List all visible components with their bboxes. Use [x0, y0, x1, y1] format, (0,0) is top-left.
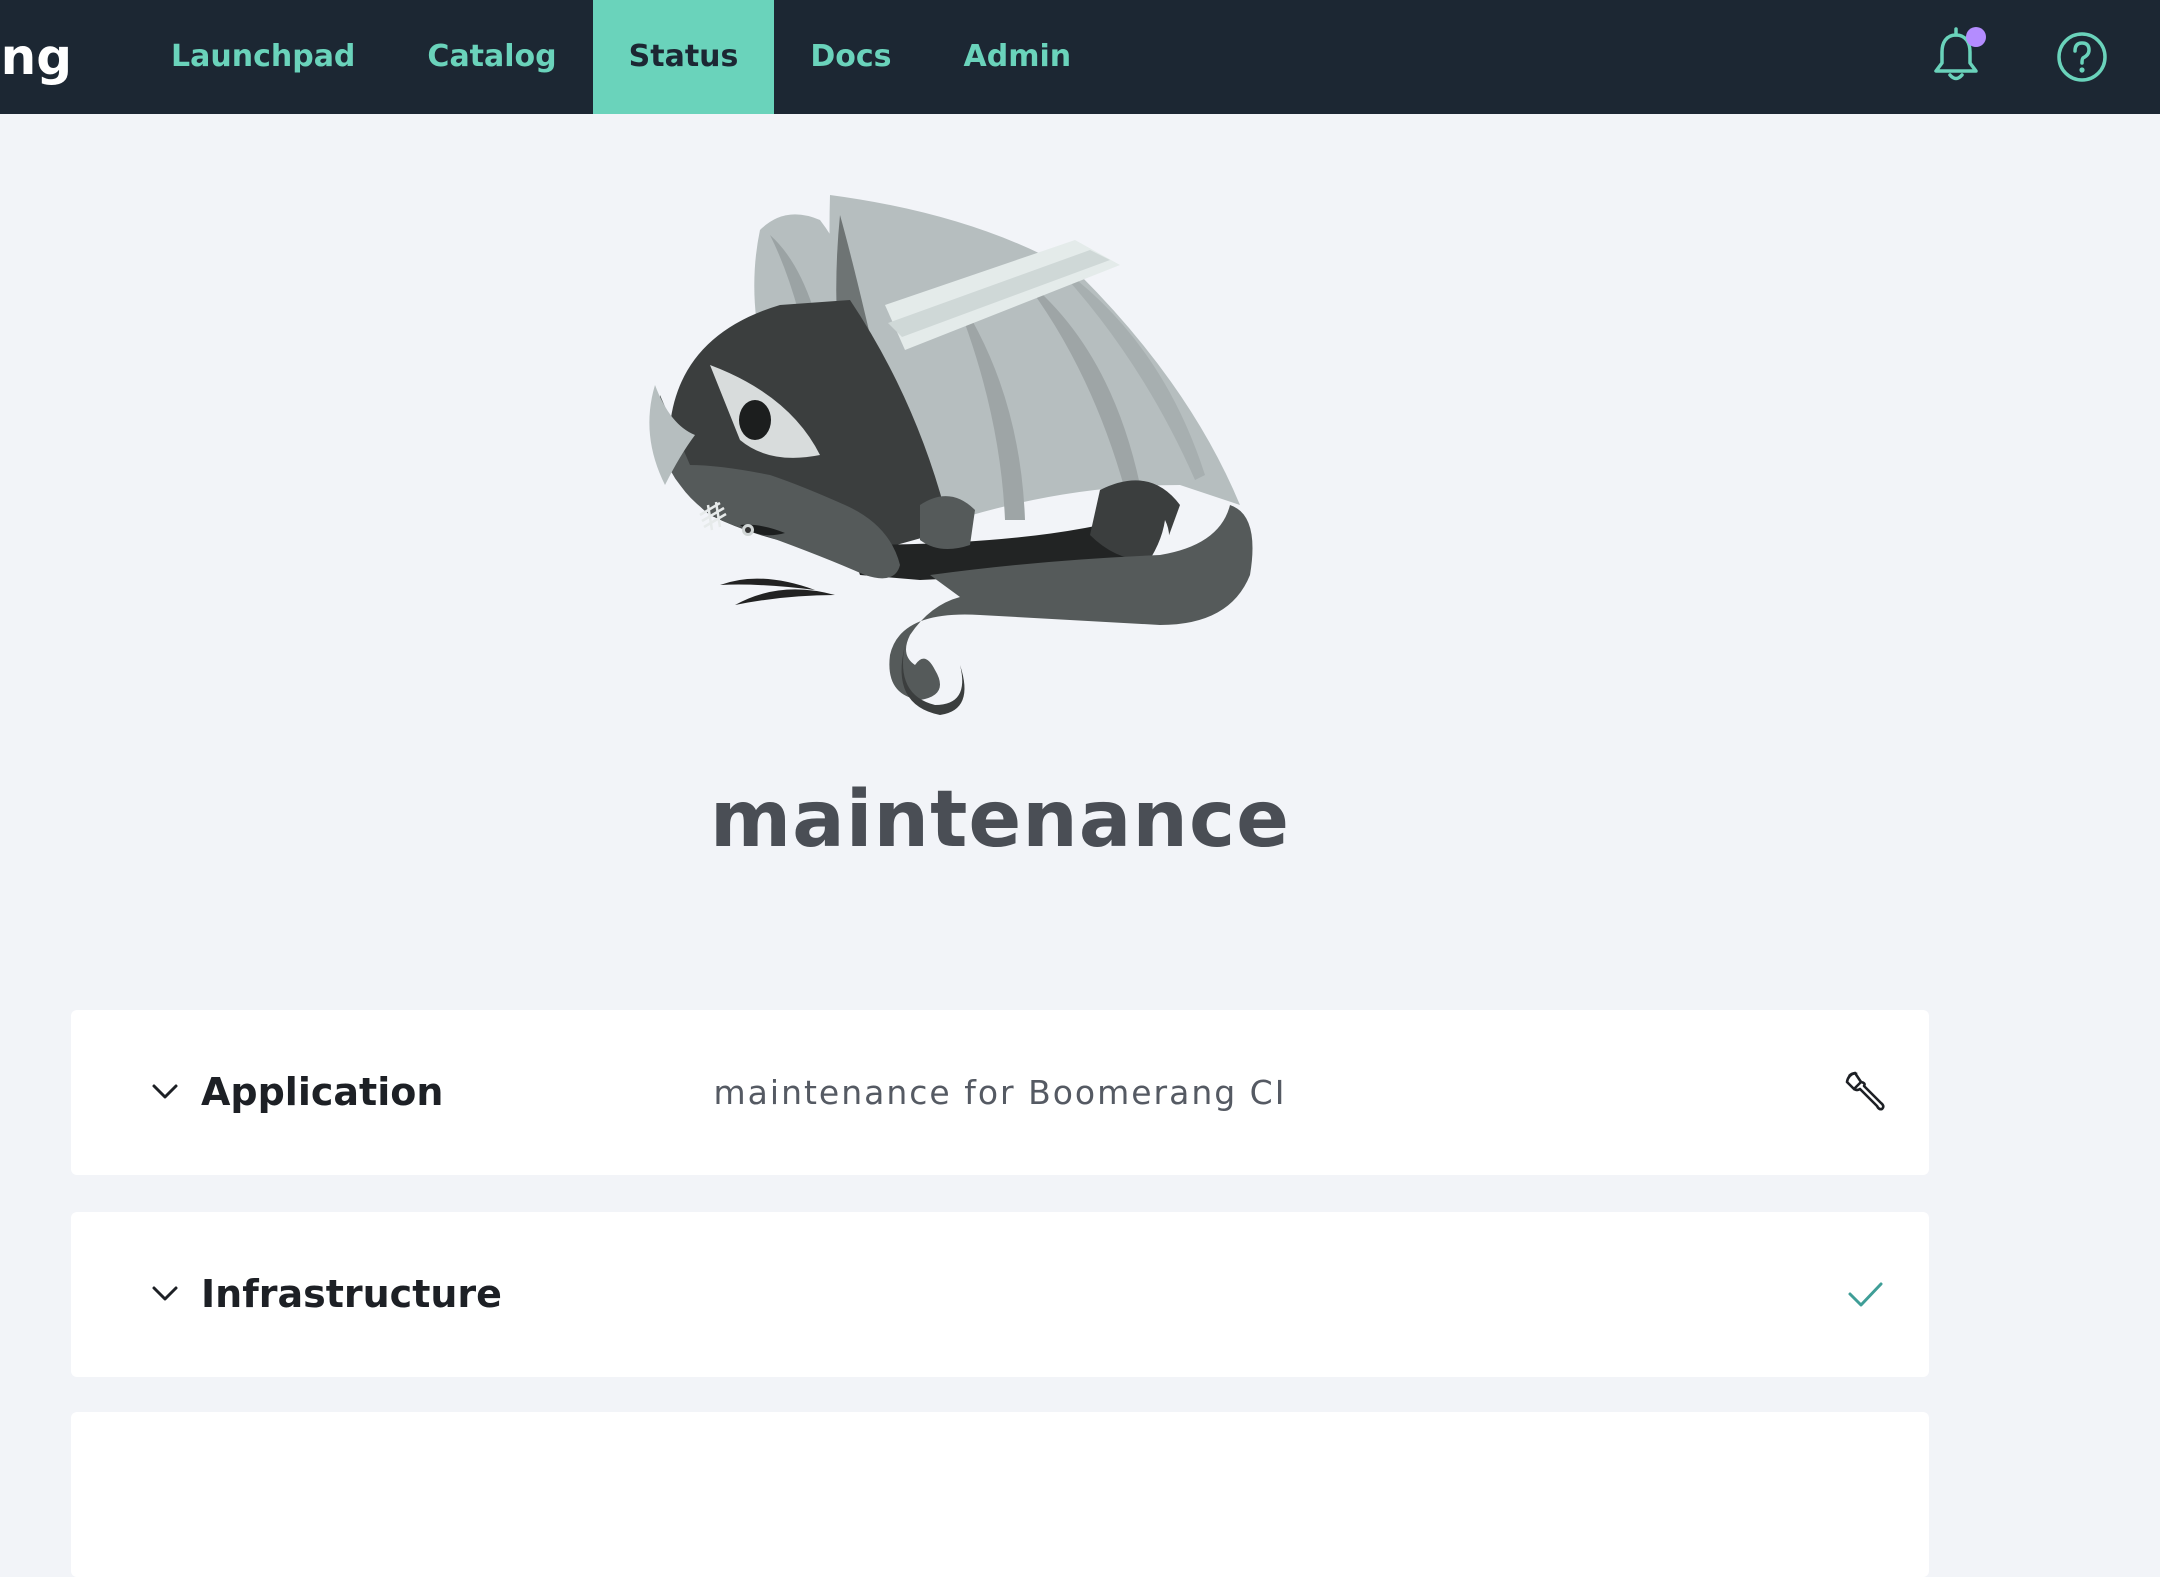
help-icon [2057, 32, 2107, 82]
panel-title: Infrastructure [201, 1272, 502, 1316]
nav-item-docs[interactable]: Docs [774, 0, 927, 114]
nav-item-catalog[interactable]: Catalog [391, 0, 592, 114]
top-navigation-bar: Boomerang Launchpad Catalog Status Docs … [0, 0, 2160, 114]
page-title: maintenance [709, 775, 1291, 865]
main-nav: Launchpad Catalog Status Docs Admin [135, 0, 1107, 114]
notifications-button[interactable] [1924, 25, 1988, 89]
nav-item-status[interactable]: Status [592, 0, 775, 114]
status-panel-application[interactable]: Application maintenance for Boomerang CI [71, 1010, 1929, 1175]
wrench-icon [1845, 1071, 1885, 1111]
brand-logo-text[interactable]: Boomerang [0, 0, 72, 114]
nav-item-launchpad[interactable]: Launchpad [135, 0, 391, 114]
panel-description: maintenance for Boomerang CI [713, 1073, 1287, 1112]
maintenance-dragon-illustration [620, 185, 1380, 735]
nav-item-admin[interactable]: Admin [928, 0, 1108, 114]
status-panel-infrastructure[interactable]: Infrastructure [71, 1212, 1929, 1377]
help-button[interactable] [2050, 25, 2114, 89]
chevron-down-icon[interactable] [148, 1276, 182, 1310]
status-panel-next[interactable] [71, 1412, 1929, 1577]
notification-badge-dot [1966, 27, 1986, 47]
checkmark-icon [1848, 1282, 1883, 1307]
